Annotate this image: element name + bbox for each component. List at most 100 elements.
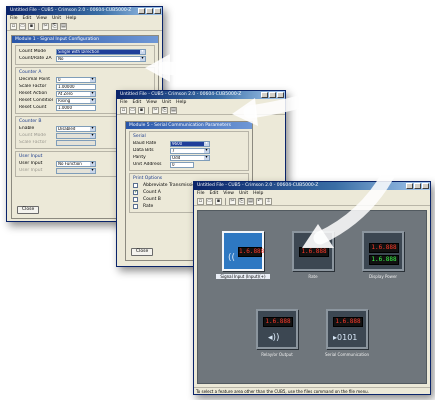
- maximize-button[interactable]: [414, 183, 421, 189]
- serial-group: Serial Baud Rate 9600 Data Bits 7 Parity Od…: [129, 131, 249, 171]
- tile-lcd-display-secondary: 1.6.888: [369, 255, 399, 265]
- counter-b-scale-input[interactable]: [56, 139, 96, 146]
- decimal-point-select[interactable]: 0: [56, 76, 96, 83]
- tile-serial-communication[interactable]: 1.6.888 ▸0101: [326, 309, 368, 349]
- maximize-button[interactable]: [146, 8, 153, 14]
- minimize-button[interactable]: [138, 8, 145, 14]
- baud-rate-label: Baud Rate: [133, 141, 157, 146]
- download-icon[interactable]: ⇩: [265, 198, 272, 205]
- menu-file[interactable]: File: [10, 15, 18, 22]
- decimal-point-label: Decimal Point: [19, 77, 50, 82]
- user-input-2-select[interactable]: [56, 167, 96, 174]
- tile-caption: Relay/or Output: [261, 352, 293, 357]
- new-file-icon[interactable]: ▫: [120, 107, 127, 114]
- minimize-button[interactable]: [261, 92, 268, 98]
- menu-edit[interactable]: Edit: [23, 15, 32, 22]
- reset-condition-select[interactable]: Rising: [56, 97, 96, 104]
- menu-view[interactable]: View: [223, 190, 234, 197]
- paste-icon[interactable]: ▤: [60, 23, 67, 30]
- count-mode-select[interactable]: Single with Direction: [56, 48, 146, 55]
- count-b-checkbox[interactable]: [133, 197, 138, 202]
- parity-label: Parity: [133, 155, 146, 160]
- reset-on-label: Count/Rate 2A Reset on: [19, 56, 53, 61]
- reset-count-input[interactable]: 1.0000: [56, 104, 96, 111]
- signal-waves-icon: ((: [228, 253, 236, 263]
- close-button[interactable]: Close: [17, 206, 40, 214]
- data-bits-select[interactable]: 7: [170, 147, 210, 154]
- cut-icon[interactable]: ✂: [229, 198, 236, 205]
- title-bar: Untitled File - CUB5 - Crimson 2.0 - 006…: [194, 182, 430, 190]
- user-input-2-label: User Input: [19, 168, 43, 173]
- parity-select[interactable]: Odd: [170, 154, 210, 161]
- copy-icon[interactable]: ⎘: [51, 23, 58, 30]
- reset-on-select[interactable]: No: [56, 55, 146, 62]
- close-window-button[interactable]: [422, 183, 429, 189]
- tile-display-power[interactable]: 1.6.888 1.6.888: [362, 231, 404, 271]
- counter-b-scale-label: Scale Factor: [19, 140, 47, 145]
- copy-icon[interactable]: ⎘: [238, 198, 245, 205]
- save-icon[interactable]: ▪: [28, 23, 35, 30]
- speaker-icon: ◂)): [268, 333, 280, 343]
- menu-edit[interactable]: Edit: [210, 190, 219, 197]
- menu-unit[interactable]: Unit: [162, 99, 171, 106]
- cut-icon[interactable]: ✂: [152, 107, 159, 114]
- maximize-button[interactable]: [269, 92, 276, 98]
- tile-lcd-display: 1.6.888: [369, 243, 399, 253]
- unit-address-input[interactable]: 0: [170, 161, 194, 168]
- open-folder-icon[interactable]: ▭: [129, 107, 136, 114]
- reset-action-select[interactable]: At Zero: [56, 90, 96, 97]
- save-icon[interactable]: ▪: [138, 107, 145, 114]
- rate-checkbox[interactable]: [133, 204, 138, 209]
- paste-icon[interactable]: ▤: [247, 198, 254, 205]
- minimize-button[interactable]: [406, 183, 413, 189]
- menu-view[interactable]: View: [146, 99, 157, 106]
- reset-count-label: Reset Count: [19, 105, 47, 110]
- menu-file[interactable]: File: [197, 190, 205, 197]
- new-file-icon[interactable]: ▫: [10, 23, 17, 30]
- enable-label: Enable: [19, 126, 35, 131]
- menu-bar: File Edit View Unit Help: [7, 15, 162, 22]
- baud-rate-select[interactable]: 9600: [170, 140, 210, 147]
- menu-help[interactable]: Help: [66, 15, 76, 22]
- general-group: Count Mode Single with Direction Count/R…: [15, 45, 155, 65]
- toolbar: ▫ ▭ ▪ ✂ ⎘ ▤: [117, 106, 285, 115]
- cut-icon[interactable]: ✂: [42, 23, 49, 30]
- count-a-checkbox[interactable]: [133, 189, 138, 195]
- copy-icon[interactable]: ⎘: [161, 107, 168, 114]
- tile-relay-output[interactable]: 1.6.888 ◂)): [256, 309, 298, 349]
- close-window-button[interactable]: [154, 8, 161, 14]
- dialog-title: Module 1 - Signal Input Configuration: [12, 36, 158, 43]
- module-canvas: (( 1.6.888 Signal Input (Input)(+) 1.6.8…: [197, 210, 427, 384]
- status-bar: To select a feature area other than the …: [194, 387, 430, 394]
- close-button[interactable]: Close: [131, 248, 154, 256]
- tile-lcd-display: 1.6.888: [263, 317, 293, 327]
- open-folder-icon[interactable]: ▭: [19, 23, 26, 30]
- menu-view[interactable]: View: [36, 15, 47, 22]
- menu-file[interactable]: File: [120, 99, 128, 106]
- menu-help[interactable]: Help: [253, 190, 263, 197]
- open-folder-icon[interactable]: ▭: [206, 198, 213, 205]
- arrow-1: [158, 1, 359, 76]
- tile-caption: Serial Communication: [324, 352, 370, 357]
- paste-icon[interactable]: ▤: [170, 107, 177, 114]
- abbreviate-checkbox[interactable]: [133, 183, 138, 188]
- count-b-label: Count B: [143, 197, 161, 202]
- scale-factor-input[interactable]: 1.00000: [56, 83, 96, 90]
- tile-signal-input[interactable]: (( 1.6.888: [222, 231, 264, 271]
- close-window-button[interactable]: [277, 92, 284, 98]
- new-file-icon[interactable]: ▫: [197, 198, 204, 205]
- menu-edit[interactable]: Edit: [133, 99, 142, 106]
- save-icon[interactable]: ▪: [215, 198, 222, 205]
- tile-rate[interactable]: 1.6.888: [292, 231, 334, 271]
- enable-select[interactable]: Disabled: [56, 125, 96, 132]
- user-input-1-select[interactable]: No Function: [56, 160, 96, 167]
- menu-unit[interactable]: Unit: [239, 190, 248, 197]
- reset-action-label: Reset Action: [19, 91, 48, 96]
- menu-unit[interactable]: Unit: [52, 15, 61, 22]
- undo-icon[interactable]: ↶: [256, 198, 263, 205]
- menu-help[interactable]: Help: [176, 99, 186, 106]
- title-bar: Untitled File - CUB5 - Crimson 2.0 - 006…: [117, 91, 285, 99]
- toolbar-separator: [38, 23, 39, 30]
- menu-bar: File Edit View Unit Help: [117, 99, 285, 106]
- counter-b-mode-select[interactable]: [56, 132, 96, 139]
